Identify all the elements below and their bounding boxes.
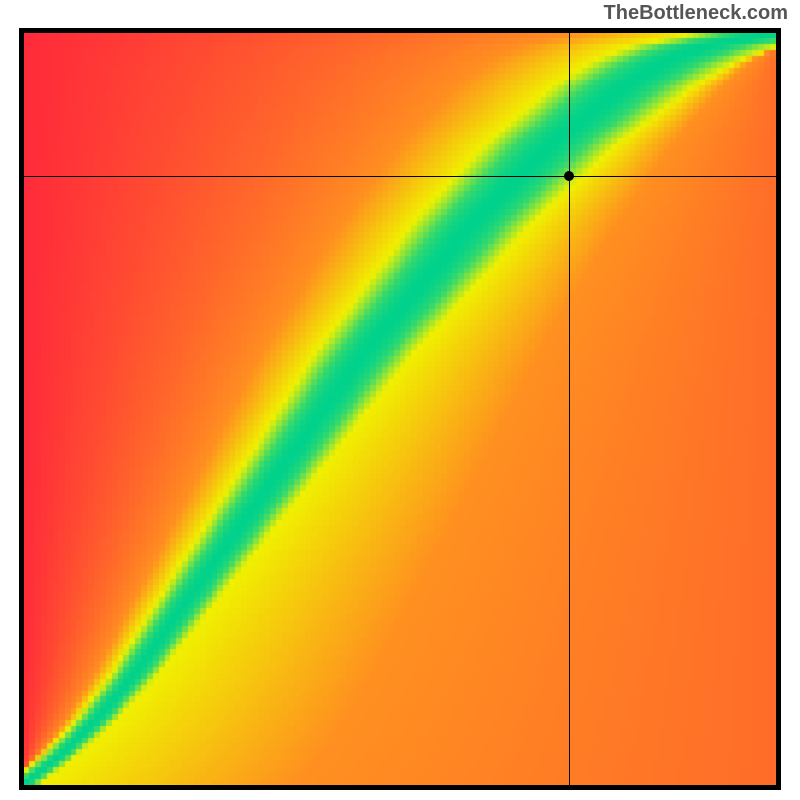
crosshair-vertical	[569, 33, 570, 785]
plot-frame	[19, 28, 781, 790]
crosshair-horizontal	[24, 176, 776, 177]
heatmap-canvas	[24, 33, 776, 785]
attribution-text: TheBottleneck.com	[604, 2, 788, 25]
data-marker-icon	[564, 171, 574, 181]
